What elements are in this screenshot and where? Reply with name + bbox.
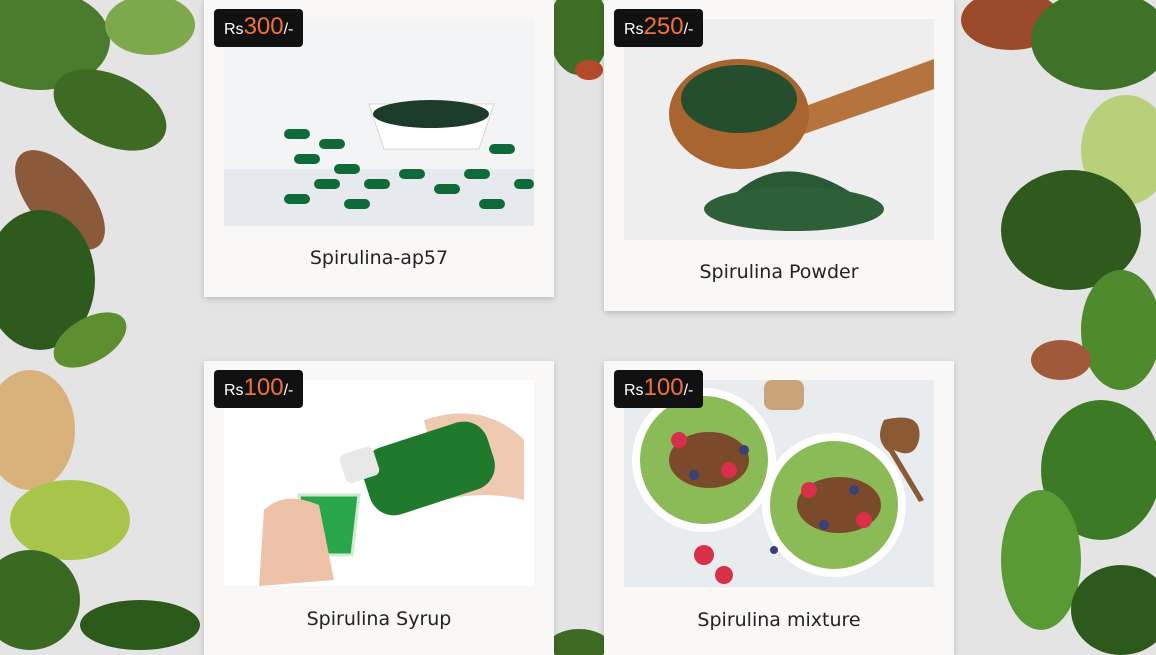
price-badge: Rs300/-: [214, 9, 304, 47]
decorative-leaves-left: [0, 0, 210, 655]
product-name[interactable]: Spirulina Powder: [604, 261, 954, 283]
spirulina-smoothie-bowls-image: [624, 380, 934, 587]
price-amount: 100: [243, 374, 284, 401]
product-card[interactable]: Rs100/- Spirulina Syrup: [204, 361, 554, 655]
price-badge: Rs100/-: [614, 370, 704, 408]
product-name[interactable]: Spirulina Syrup: [204, 608, 554, 630]
product-name[interactable]: Spirulina mixture: [604, 609, 954, 631]
product-card[interactable]: Rs250/- Spirulina Powder: [604, 0, 954, 311]
decorative-leaves-center: [554, 0, 604, 655]
price-currency: Rs: [624, 21, 644, 38]
price-currency: Rs: [224, 21, 244, 38]
spirulina-syrup-bottle-image: [224, 380, 534, 586]
product-name[interactable]: Spirulina-ap57: [204, 247, 554, 269]
price-amount: 100: [643, 374, 684, 401]
price-currency: Rs: [224, 382, 244, 399]
price-amount: 300: [243, 13, 284, 40]
spirulina-powder-spoon-image: [624, 19, 934, 240]
price-suffix: /-: [283, 382, 294, 399]
product-card[interactable]: Rs300/- Spirulina-ap57: [204, 0, 554, 297]
price-badge: Rs100/-: [214, 370, 304, 408]
decorative-leaves-right: [951, 0, 1156, 655]
spirulina-capsules-image: [224, 19, 534, 226]
price-badge: Rs250/-: [614, 9, 704, 47]
price-suffix: /-: [283, 21, 294, 38]
price-suffix: /-: [683, 382, 694, 399]
price-currency: Rs: [624, 382, 644, 399]
product-card[interactable]: Rs100/- Spirulina mixture: [604, 361, 954, 655]
price-suffix: /-: [683, 21, 694, 38]
price-amount: 250: [643, 13, 684, 40]
